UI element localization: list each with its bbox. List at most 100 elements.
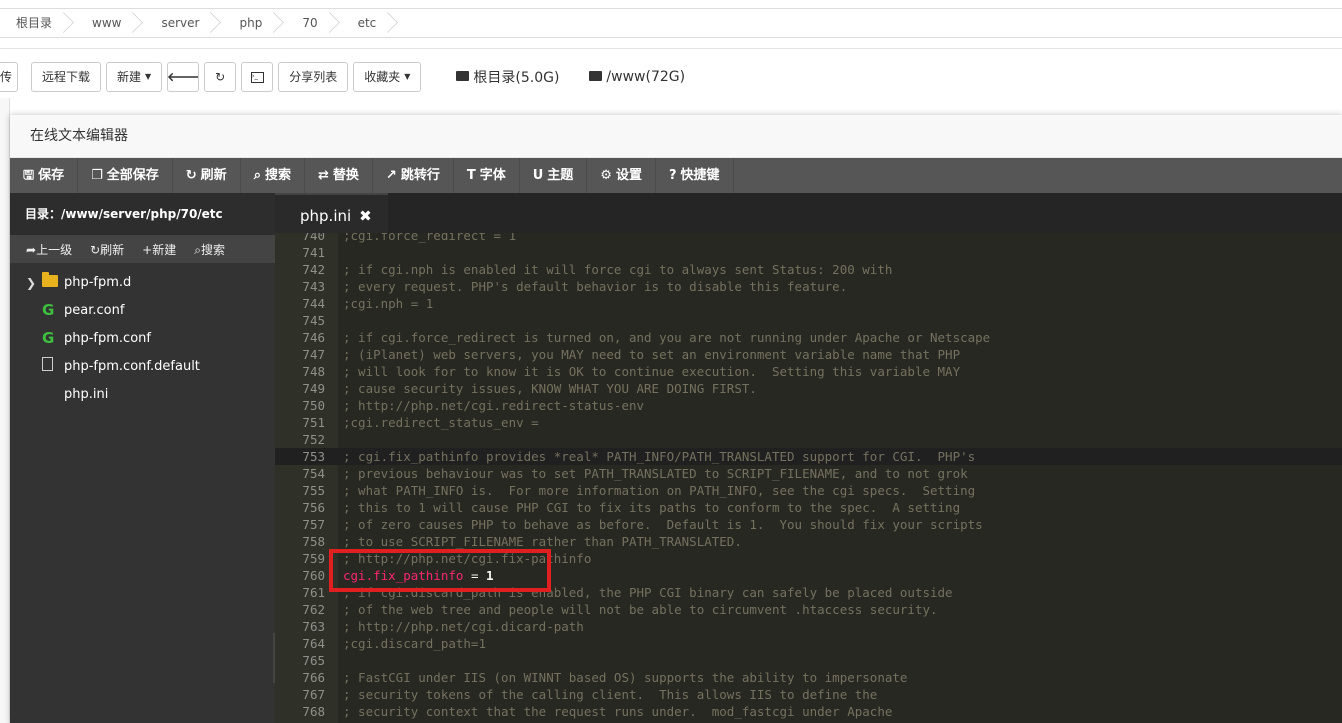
breadcrumb-item[interactable]: etc [342,9,401,37]
terminal-icon: ›_ [250,71,264,83]
caret-down-icon: ▼ [404,72,411,81]
sidebar-refresh-button[interactable]: ↻刷新 [90,241,124,258]
new-dropdown-button[interactable]: 新建 ▼ [106,62,163,92]
refresh-icon: ↻ [90,242,101,257]
editor-button-label: 跳转行 [400,168,440,183]
code-line: 756 ; this to 1 will cause PHP CGI to fix… [275,499,1342,516]
file-tree-item[interactable]: Gphp-fpm.conf [10,325,275,353]
line-number: 748 [302,364,325,379]
code-comment: ; will look for to know it is OK to cont… [343,364,961,379]
line-number: 756 [302,500,325,515]
config-file-icon: G [42,301,55,319]
editor-toolbar: 🖫 保存 ❐ 全部保存 ↻ 刷新 ⌕ 搜索 ⇄ 替换 ↗ 跳转行 T 字体 U 主题 ⚙ 设置? 快捷键 [10,158,1342,193]
sidebar-actions: ➦上一级 ↻刷新 +新建 ⌕搜索 [10,235,275,263]
up-level-label: 上一级 [36,242,73,257]
upload-button[interactable]: 传 [0,62,18,92]
disk-www-label: /www(72G) [606,69,686,85]
config-file-icon: G [42,329,55,347]
file-tree-item[interactable]: ❯ php-fpm.d [10,269,275,297]
font-icon: T [466,168,476,183]
editor-button-label: 保存 [38,168,65,183]
editor-button-save-all[interactable]: ❐ 全部保存 [78,158,173,193]
breadcrumb-item[interactable]: www [76,9,145,37]
tab-php-ini[interactable]: php.ini ✖ [275,193,388,233]
code-line: 740 ;cgi.force_redirect = 1 [275,233,1342,244]
back-button[interactable]: 🡐 [167,62,199,92]
refresh-button[interactable]: ↻ [204,62,237,92]
remote-download-button[interactable]: 远程下载 [31,62,102,92]
code-comment: ; http://php.net/cgi.dicard-path [343,619,584,634]
editor-button-label: 设置 [615,168,642,183]
code-comment: ; cgi.fix_pathinfo provides *real* PATH_… [343,449,976,464]
line-number: 766 [302,670,325,685]
code-editor[interactable]: 740 ;cgi.force_redirect = 1 741 742 ; if cgi… [275,233,1342,723]
editor-button-goto-line[interactable]: ↗ 跳转行 [373,158,454,193]
line-number: 760 [302,568,325,583]
line-number: 757 [302,517,325,532]
line-number: 762 [302,602,325,617]
line-number: 740 [302,233,325,243]
editor-button-settings[interactable]: ⚙ 设置 [587,158,656,193]
save-all-icon: ❐ [91,168,103,183]
sidebar-search-label: 搜索 [200,242,225,257]
file-name: php-fpm.d [64,275,132,290]
editor-button-replace[interactable]: ⇄ 替换 [305,158,373,193]
terminal-button[interactable]: ›_ [241,62,274,92]
divider [0,48,1342,49]
breadcrumb-item[interactable]: 70 [286,9,341,37]
up-level-button[interactable]: ➦上一级 [26,241,72,258]
code-comment: ; to use SCRIPT_FILENAME rather than PAT… [343,534,742,549]
sidebar-new-button[interactable]: +新建 [142,241,176,258]
tab-label: php.ini [300,207,352,225]
code-comment: ; cause security issues, KNOW WHAT YOU A… [343,381,757,396]
code-comment: ; security tokens of the calling client.… [343,687,878,702]
line-number: 759 [302,551,325,566]
sidebar-search-button[interactable]: ⌕搜索 [194,241,225,258]
line-number: 750 [302,398,325,413]
file-tree-item[interactable]: php-fpm.conf.default [10,353,275,381]
code-comment: ; security context that the request runs… [343,704,893,719]
goto-line-icon: ↗ [385,168,397,183]
sidebar-new-label: 新建 [152,242,177,257]
code-comment: ; FastCGI under IIS (on WINNT based OS) … [343,670,908,685]
code-comment: ; this to 1 will cause PHP CGI to fix it… [343,500,961,515]
editor-button-label: 刷新 [200,168,227,183]
editor-button-save[interactable]: 🖫 保存 [10,158,79,193]
editor-button-label: 快捷键 [680,168,720,183]
editor-button-label: 搜索 [264,168,291,183]
file-tree-item[interactable]: Gpear.conf [10,297,275,325]
disk-www[interactable]: /www(72G) [589,69,685,85]
code-line: 767 ; security tokens of the calling clie… [275,686,1342,703]
file-tree-item[interactable]: php.ini [10,381,275,409]
editor-button-refresh[interactable]: ↻ 刷新 [173,158,241,193]
share-list-button[interactable]: 分享列表 [278,62,349,92]
editor-button-search[interactable]: ⌕ 搜索 [241,158,305,193]
hdd-icon [456,71,470,81]
arrow-up-right-icon: ➦ [26,242,37,257]
file-toolbar: 传 远程下载 新建 ▼ 🡐 ↻ ›_ 分享列表 收藏夹 ▼ 根目录(5.0G) /w… [0,62,685,92]
line-number: 758 [302,534,325,549]
code-comment: ;cgi.nph = 1 [343,296,434,311]
breadcrumb-item[interactable]: php [223,9,286,37]
file-name: pear.conf [64,303,125,318]
code-line: 747 ; (iPlanet) web servers, you MAY need… [275,346,1342,363]
theme-icon: U [532,168,544,183]
code-line: 755 ; what PATH_INFO is. For more informa… [275,482,1342,499]
breadcrumb-item[interactable]: 根目录 [0,9,76,37]
hdd-icon [589,71,603,81]
line-number: 751 [302,415,325,430]
favorites-dropdown-button[interactable]: 收藏夹 ▼ [353,62,422,92]
close-icon[interactable]: ✖ [359,195,372,233]
line-number: 746 [302,330,325,345]
file-sidebar: 目录：/www/server/php/70/etc ➦上一级 ↻刷新 +新建 ⌕… [10,193,275,723]
editor-button-theme[interactable]: U 主题 [520,158,588,193]
editor-button-help[interactable]: ? 快捷键 [656,158,734,193]
editor-button-font[interactable]: T 字体 [454,158,520,193]
code-line: 744 ;cgi.nph = 1 [275,295,1342,312]
code-line: 741 [275,244,1342,261]
disk-root[interactable]: 根目录(5.0G) [456,67,559,87]
code-line: 745 [275,312,1342,329]
line-number: 742 [302,262,325,277]
breadcrumb-item[interactable]: server [145,9,223,37]
line-number: 767 [302,687,325,702]
